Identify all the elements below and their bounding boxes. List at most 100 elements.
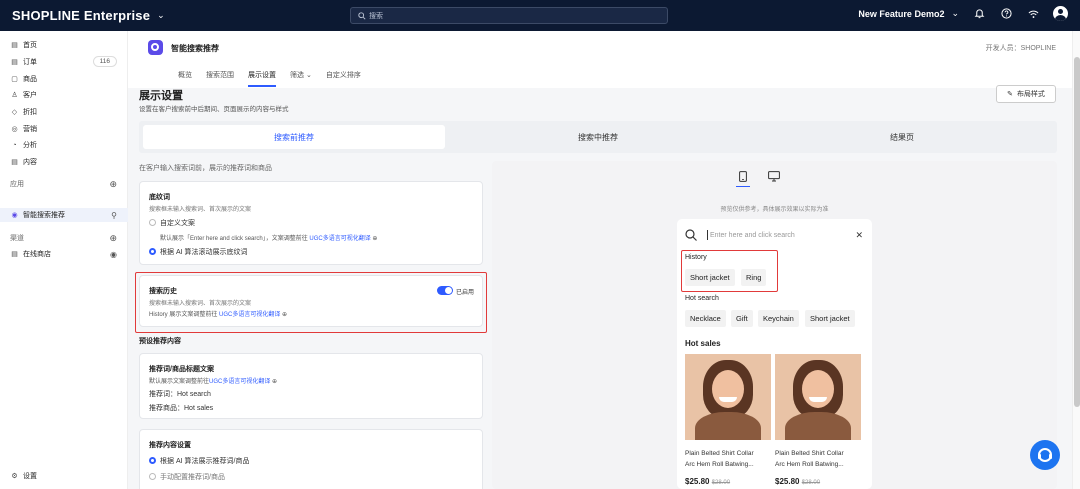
app-title: 智能搜索推荐 [171, 44, 219, 53]
add-channel-icon[interactable]: ⊕ [109, 233, 117, 244]
page-title: 展示设置 [139, 90, 183, 102]
apps-group-label: 应用 [10, 181, 24, 188]
page-subtitle: 设置在客户搜索前中后期间、页面展示的内容与样式 [139, 106, 289, 113]
sale-price: $25.80 [775, 477, 800, 486]
mobile-icon[interactable] [736, 171, 750, 187]
scrollbar[interactable] [1072, 31, 1080, 489]
manual-recommend-radio[interactable]: 手动配置推荐词/商品 [149, 472, 225, 482]
product-price: $25.80 $28.00 [685, 477, 730, 486]
radio-label: 手动配置推荐词/商品 [160, 474, 225, 481]
globe-icon: ⊕ [272, 379, 278, 385]
close-icon: ✕ [855, 229, 863, 240]
sidebar-item-label: 设置 [23, 473, 37, 480]
ugc-translation-link[interactable]: UGC多语言可视化翻译 [209, 379, 270, 385]
device-switcher [736, 171, 781, 187]
add-app-icon[interactable]: ⊕ [109, 179, 117, 190]
custom-copy-radio[interactable]: 自定义文案 [149, 218, 195, 228]
sidebar-item-settings[interactable]: ⚙ 设置 [0, 469, 128, 483]
brush-icon: ✎ [1007, 91, 1013, 98]
sidebar-item-analytics[interactable]: ◔ 分析 [0, 138, 128, 152]
sidebar-item-orders[interactable]: ▤ 订单 116 [0, 55, 128, 69]
ugc-translation-link[interactable]: UGC多语言可视化翻译 [309, 236, 370, 242]
ai-recommend-radio[interactable]: 根据 AI 算法展示推荐词/商品 [149, 456, 249, 466]
layout-style-label: 布局样式 [1016, 91, 1045, 98]
product-name: Plain Belted Shirt Collar Arc Hem Roll B… [775, 448, 863, 470]
hint-text: 默认展示文案调整前往 [149, 379, 210, 385]
radio-selected [149, 457, 156, 464]
product-name-line: Arc Hem Roll Batwing... [685, 461, 754, 468]
brand-switcher[interactable]: SHOPLINE Enterprise ⌄ [12, 8, 165, 23]
gear-icon: ⚙ [11, 473, 18, 480]
store-icon: ▤ [11, 251, 18, 258]
globe-icon: ⊕ [372, 236, 378, 242]
wifi-icon[interactable] [1026, 7, 1040, 21]
chevron-down-icon: ⌄ [157, 10, 165, 20]
left-hint: 在客户输入搜索词前，展示的推荐词和商品 [139, 165, 272, 172]
text-cursor [707, 230, 708, 240]
sidebar-item-content[interactable]: ▤ 内容 [0, 155, 128, 169]
tab-search-scope[interactable]: 搜索范围 [206, 70, 234, 87]
store-switcher[interactable]: New Feature Demo2 ⌄ [858, 8, 959, 19]
sidebar-item-customers[interactable]: ♙ 客户 [0, 88, 128, 102]
global-search-input[interactable]: 搜索 [350, 7, 668, 24]
tab-overview[interactable]: 概览 [178, 70, 192, 87]
sidebar-item-label: 首页 [23, 42, 37, 49]
scrollbar-thumb[interactable] [1074, 57, 1080, 407]
sidebar-item-label: 智能搜索推荐 [23, 212, 65, 219]
app-tabs: 概览 搜索范围 展示设置 筛选 ⌄ 自定义排序 [178, 70, 361, 87]
radio-unselected [149, 473, 156, 480]
default-copy-hint: 默认展示「Enter here and click search」，文案调整前往… [160, 233, 377, 242]
sidebar-item-smart-search[interactable]: ◉ 智能搜索推荐 ⚲ [0, 208, 128, 222]
top-bar: SHOPLINE Enterprise ⌄ 搜索 New Feature Dem… [0, 0, 1080, 31]
help-icon[interactable] [999, 7, 1013, 21]
sidebar-item-label: 分析 [23, 142, 37, 149]
card-title: 推荐内容设置 [149, 442, 191, 449]
preset-section-title: 预设推荐内容 [139, 338, 181, 345]
layout-style-button[interactable]: ✎ 布局样式 [996, 85, 1056, 103]
search-app-icon: ◉ [11, 212, 18, 219]
hot-search-chip: Keychain [758, 310, 799, 327]
sidebar-item-label: 在线商店 [23, 251, 51, 258]
sidebar: ▤ 首页 ▤ 订单 116 ▢ 商品 ♙ 客户 ◇ 折扣 ◎ 营销 ◔ 分析 ▤ 内容 应用 ⊕ ◉… [0, 31, 128, 489]
segment-results-page[interactable]: 结果页 [751, 125, 1053, 149]
rec-words-line: 推荐词：Hot search [149, 391, 211, 398]
sidebar-item-online-store[interactable]: ▤ 在线商店 ◉ [0, 247, 128, 261]
rec-products-line: 推荐商品：Hot sales [149, 405, 214, 412]
tab-display-settings[interactable]: 展示设置 [248, 70, 276, 87]
pin-icon[interactable]: ⚲ [111, 211, 117, 220]
chevron-down-icon: ⌄ [305, 72, 312, 79]
product-name-line: Arc Hem Roll Batwing... [775, 461, 844, 468]
chevron-down-icon: ⌄ [951, 8, 959, 18]
tab-custom-sort[interactable]: 自定义排序 [326, 70, 361, 87]
sidebar-item-products[interactable]: ▢ 商品 [0, 72, 128, 86]
sidebar-group-channels: 渠道 ⊕ [0, 231, 128, 245]
eye-icon[interactable]: ◉ [110, 250, 117, 259]
support-chat-button[interactable] [1030, 440, 1060, 470]
segment-during-search[interactable]: 搜索中推荐 [447, 125, 749, 149]
headset-icon [1038, 448, 1052, 462]
bell-icon[interactable] [972, 7, 986, 21]
segment-pre-search[interactable]: 搜索前推荐 [143, 125, 445, 149]
desktop-icon[interactable] [767, 171, 781, 187]
preview-panel: 预览仅供参考，具体展示效果以实际为准 Enter here and click … [492, 161, 1057, 489]
sidebar-item-label: 商品 [23, 76, 37, 83]
preview-search-placeholder: Enter here and click search [710, 231, 795, 239]
brand-name: SHOPLINE Enterprise [12, 8, 151, 23]
original-price: $28.00 [801, 480, 821, 486]
shading-words-card: 底纹词 搜索框未输入搜索词、首次展示的文案 自定义文案 默认展示「Enter h… [139, 181, 483, 265]
tab-filters[interactable]: 筛选 ⌄ [290, 70, 312, 87]
hot-sales-label: Hot sales [685, 339, 721, 348]
ai-scroll-radio[interactable]: 根据 AI 算法滚动展示底纹词 [149, 247, 248, 257]
sale-price: $25.80 [685, 477, 710, 486]
sidebar-item-home[interactable]: ▤ 首页 [0, 38, 128, 52]
segment-control: 搜索前推荐 搜索中推荐 结果页 [139, 121, 1057, 153]
radio-label: 根据 AI 算法滚动展示底纹词 [160, 249, 248, 256]
user-avatar[interactable] [1053, 6, 1068, 21]
sidebar-item-label: 营销 [23, 126, 37, 133]
sidebar-item-discounts[interactable]: ◇ 折扣 [0, 105, 128, 119]
sidebar-item-marketing[interactable]: ◎ 营销 [0, 122, 128, 136]
card-title: 底纹词 [149, 194, 170, 201]
product-name-line: Plain Belted Shirt Collar [775, 450, 844, 457]
recommend-title-card: 推荐词/商品标题文案 默认展示文案调整前往UGC多语言可视化翻译 ⊕ 推荐词：H… [139, 353, 483, 419]
history-highlight-box [135, 272, 487, 333]
